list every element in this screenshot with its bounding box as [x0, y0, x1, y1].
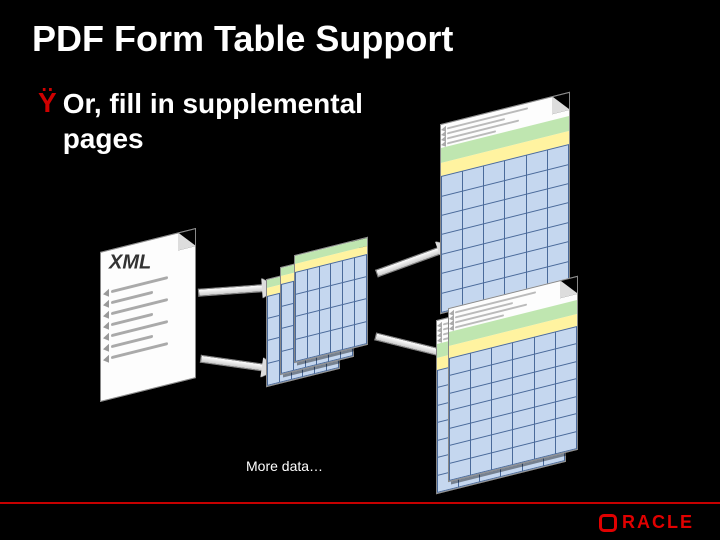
bullet-item: Ÿ Or, fill in supplemental pages — [38, 86, 403, 156]
output-page-stack-icon — [436, 292, 606, 492]
bullet-text: Or, fill in supplemental pages — [63, 86, 403, 156]
slide: PDF Form Table Support Ÿ Or, fill in sup… — [0, 0, 720, 540]
output-page-icon — [448, 276, 578, 482]
oracle-logo-text: RACLE — [622, 512, 694, 533]
slide-title: PDF Form Table Support — [32, 18, 453, 60]
oracle-logo-icon: RACLE — [599, 512, 694, 533]
xml-source-page-icon: XML — [100, 228, 196, 402]
bullet-icon: Ÿ — [38, 86, 57, 120]
table-page-icon — [294, 237, 368, 363]
xml-label: XML — [109, 251, 151, 274]
footer: RACLE — [0, 502, 720, 540]
arrow-icon — [198, 287, 276, 292]
diagram-caption: More data… — [246, 458, 323, 474]
xml-lines-icon — [111, 271, 187, 390]
diagram: XML — [80, 150, 640, 470]
arrow-icon — [200, 359, 275, 370]
output-page-icon — [440, 92, 570, 314]
